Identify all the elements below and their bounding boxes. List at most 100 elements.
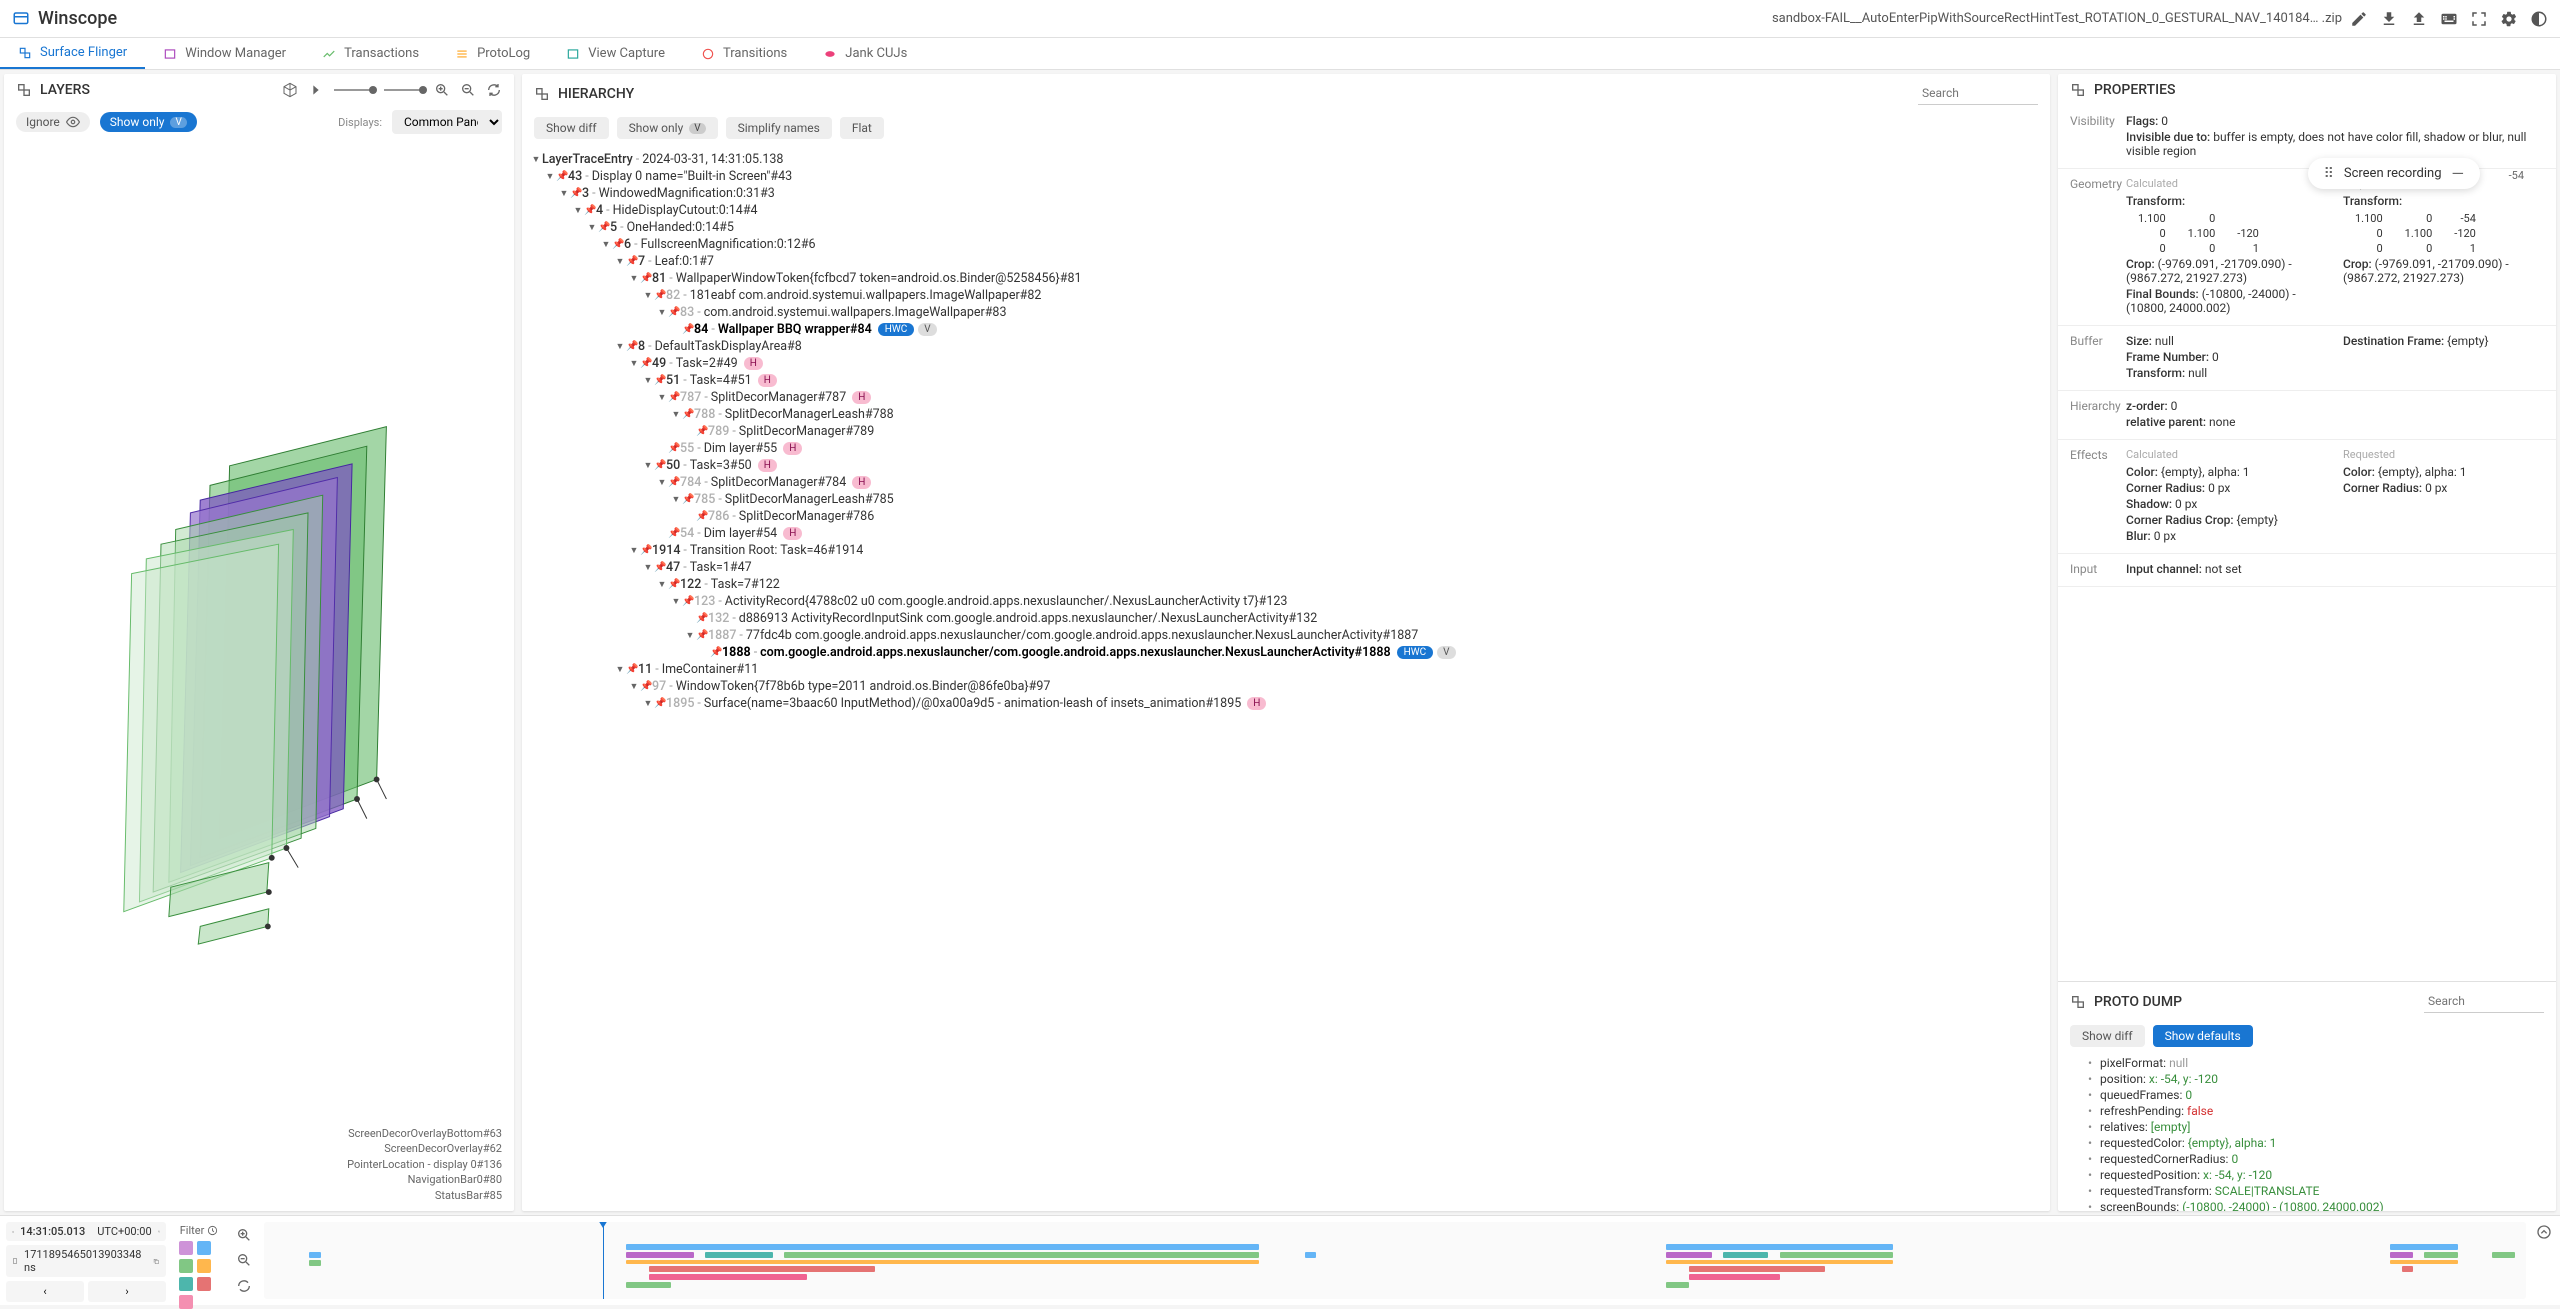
tree-node[interactable]: ▼📌784-SplitDecorManager#784H: [530, 474, 2042, 491]
tree-node[interactable]: 📌789-SplitDecorManager#789: [530, 423, 2042, 440]
tree-node[interactable]: ▼📌6-FullscreenMagnification:0:12#6: [530, 236, 2042, 253]
proto-search[interactable]: [2424, 990, 2544, 1013]
tree-node[interactable]: ▼📌83-com.android.systemui.wallpapers.Ima…: [530, 304, 2042, 321]
tree-node[interactable]: 📌132-d886913 ActivityRecordInputSink com…: [530, 610, 2042, 627]
tab-pl[interactable]: ProtoLog: [437, 38, 548, 69]
tree-node[interactable]: ▼📌43-Display 0 name="Built-in Screen"#43: [530, 168, 2042, 185]
simplify-chip[interactable]: Simplify names: [726, 117, 832, 139]
main-tabs: Surface Flinger Window Manager Transacti…: [0, 38, 2560, 70]
tree-node[interactable]: 📌786-SplitDecorManager#786: [530, 508, 2042, 525]
layers-3d-view[interactable]: ScreenDecorOverlayBottom#63 ScreenDecorO…: [4, 142, 514, 1211]
proto-item[interactable]: requestedPosition: x: -54, y: -120: [2070, 1167, 2544, 1183]
tab-sf[interactable]: Surface Flinger: [0, 38, 145, 69]
proto-item[interactable]: position: x: -54, y: -120: [2070, 1071, 2544, 1087]
proto-item[interactable]: refreshPending: false: [2070, 1103, 2544, 1119]
tl-zoom-out-icon[interactable]: [236, 1252, 252, 1268]
tree-node[interactable]: ▼📌4-HideDisplayCutout:0:14#4: [530, 202, 2042, 219]
expand-up-icon[interactable]: [2536, 1224, 2552, 1240]
tree-node[interactable]: 📌84-Wallpaper BBQ wrapper#84HWCV: [530, 321, 2042, 338]
proto-item[interactable]: queuedFrames: 0: [2070, 1087, 2544, 1103]
proto-list[interactable]: pixelFormat: nullposition: x: -54, y: -1…: [2058, 1055, 2556, 1211]
tree-node[interactable]: ▼📌8-DefaultTaskDisplayArea#8: [530, 338, 2042, 355]
screen-recording-pill[interactable]: ⠿ Screen recording —: [2308, 158, 2480, 189]
showonly-chip[interactable]: Show only V: [100, 112, 197, 132]
tree-node[interactable]: ▼📌1914-Transition Root: Task=46#1914: [530, 542, 2042, 559]
hierarchy-title: HIERARCHY: [558, 86, 634, 102]
rotation-slider[interactable]: [384, 89, 424, 91]
minimize-icon[interactable]: —: [2452, 164, 2465, 183]
download-icon[interactable]: [2380, 10, 2398, 28]
proto-showdiff[interactable]: Show diff: [2070, 1025, 2145, 1047]
filter-icons[interactable]: [179, 1241, 219, 1309]
header-actions: [2350, 10, 2548, 28]
tree-node[interactable]: ▼📌1887-77fdc4b com.google.android.apps.n…: [530, 627, 2042, 644]
prop-label-vis: Visibility: [2070, 114, 2126, 160]
tree-node[interactable]: ▼📌5-OneHanded:0:14#5: [530, 219, 2042, 236]
tree-node[interactable]: ▼📌122-Task=7#122: [530, 576, 2042, 593]
tree-node[interactable]: ▼📌81-WallpaperWindowToken{fcfbcd7 token=…: [530, 270, 2042, 287]
displays-select[interactable]: Common Panel: [392, 110, 502, 134]
proto-item[interactable]: requestedTransform: SCALE|TRANSLATE: [2070, 1183, 2544, 1199]
tree-node[interactable]: ▼📌49-Task=2#49H: [530, 355, 2042, 372]
expand-icon[interactable]: [2470, 10, 2488, 28]
cube-icon[interactable]: [282, 82, 298, 98]
tree-node[interactable]: 📌54-Dim layer#54H: [530, 525, 2042, 542]
hierarchy-search[interactable]: [1918, 82, 2038, 105]
copy-icon-2[interactable]: [153, 1255, 160, 1268]
tree-node[interactable]: ▼📌47-Task=1#47: [530, 559, 2042, 576]
tab-tr[interactable]: Transitions: [683, 38, 805, 69]
proto-item[interactable]: requestedCornerRadius: 0: [2070, 1151, 2544, 1167]
prev-frame-button[interactable]: ‹: [6, 1281, 84, 1302]
tree-node[interactable]: ▼📌1895-Surface(name=3baac60 InputMethod)…: [530, 695, 2042, 712]
copy-icon[interactable]: [158, 1225, 160, 1238]
tree-node[interactable]: ▼📌788-SplitDecorManagerLeash#788: [530, 406, 2042, 423]
layers-title: LAYERS: [40, 82, 90, 98]
settings-icon[interactable]: [2500, 10, 2518, 28]
tl-zoom-in-icon[interactable]: [236, 1227, 252, 1243]
tree-node[interactable]: ▼📌50-Task=3#50H: [530, 457, 2042, 474]
edit-icon[interactable]: [2350, 10, 2368, 28]
proto-item[interactable]: relatives: [empty]: [2070, 1119, 2544, 1135]
hierarchy-tree[interactable]: ▼LayerTraceEntry-2024-03-31, 14:31:05.13…: [522, 147, 2050, 1211]
tree-node[interactable]: ▼LayerTraceEntry-2024-03-31, 14:31:05.13…: [530, 151, 2042, 168]
tab-cuj[interactable]: Jank CUJs: [805, 38, 925, 69]
tab-vc[interactable]: View Capture: [548, 38, 683, 69]
zoom-in-icon[interactable]: [434, 82, 450, 98]
spacing-slider[interactable]: [334, 89, 374, 91]
proto-dump-panel: PROTO DUMP Show diff Show defaults pixel…: [2058, 981, 2556, 1211]
proto-item[interactable]: screenBounds: (-10800, -24000) - (10800,…: [2070, 1199, 2544, 1211]
tree-node[interactable]: 📌1888-com.google.android.apps.nexuslaunc…: [530, 644, 2042, 661]
tl-reset-icon[interactable]: [236, 1278, 252, 1294]
displays-label: Displays:: [338, 116, 382, 129]
hierarchy-panel: HIERARCHY Show diff Show onlyV Simplify …: [522, 74, 2050, 1211]
tab-wm[interactable]: Window Manager: [145, 38, 304, 69]
tree-node[interactable]: ▼📌7-Leaf:0:1#7: [530, 253, 2042, 270]
proto-item[interactable]: requestedColor: {empty}, alpha: 1: [2070, 1135, 2544, 1151]
refresh-icon[interactable]: [486, 82, 502, 98]
tab-tx[interactable]: Transactions: [304, 38, 437, 69]
arrow-right-icon[interactable]: [308, 82, 324, 98]
tree-node[interactable]: 📌55-Dim layer#55H: [530, 440, 2042, 457]
tree-node[interactable]: ▼📌123-ActivityRecord{4788c02 u0 com.goog…: [530, 593, 2042, 610]
props-title: PROPERTIES: [2094, 82, 2175, 98]
proto-item[interactable]: pixelFormat: null: [2070, 1055, 2544, 1071]
tree-node[interactable]: ▼📌787-SplitDecorManager#787H: [530, 389, 2042, 406]
upload-icon[interactable]: [2410, 10, 2428, 28]
keyboard-icon[interactable]: [2440, 10, 2458, 28]
timeline[interactable]: [264, 1222, 2526, 1299]
tree-node[interactable]: ▼📌785-SplitDecorManagerLeash#785: [530, 491, 2042, 508]
flat-chip[interactable]: Flat: [840, 117, 884, 139]
tree-node[interactable]: ▼📌3-WindowedMagnification:0:31#3: [530, 185, 2042, 202]
showonly-chip-h[interactable]: Show onlyV: [617, 117, 718, 139]
proto-showdef[interactable]: Show defaults: [2153, 1025, 2253, 1047]
tree-node[interactable]: ▼📌82-181eabf com.android.systemui.wallpa…: [530, 287, 2042, 304]
showdiff-chip[interactable]: Show diff: [534, 117, 609, 139]
dark-mode-icon[interactable]: [2530, 10, 2548, 28]
next-frame-button[interactable]: ›: [88, 1281, 166, 1302]
tree-node[interactable]: ▼📌11-ImeContainer#11: [530, 661, 2042, 678]
drag-handle-icon[interactable]: ⠿: [2324, 166, 2334, 182]
ignore-chip[interactable]: Ignore: [16, 112, 90, 132]
zoom-out-icon[interactable]: [460, 82, 476, 98]
tree-node[interactable]: ▼📌51-Task=4#51H: [530, 372, 2042, 389]
tree-node[interactable]: ▼📌97-WindowToken{7f78b6b type=2011 andro…: [530, 678, 2042, 695]
